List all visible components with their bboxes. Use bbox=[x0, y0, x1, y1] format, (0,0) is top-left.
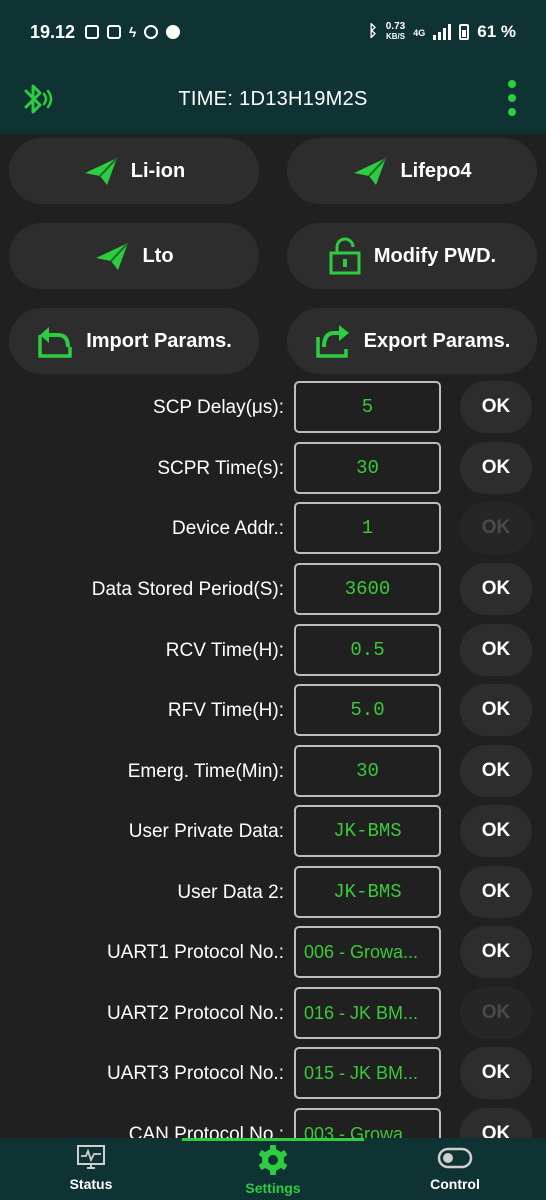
user-private-data-input[interactable]: JK-BMS bbox=[294, 805, 441, 857]
param-row-scp-delay: SCP Delay(μs): 5 OK bbox=[0, 381, 546, 435]
uart3-protocol-ok-button[interactable]: OK bbox=[460, 1047, 532, 1099]
param-row-user-private-data: User Private Data: JK-BMS OK bbox=[0, 805, 546, 859]
more-vert-icon[interactable] bbox=[508, 80, 518, 116]
param-label: RFV Time(H): bbox=[167, 700, 284, 721]
gear-icon bbox=[258, 1145, 288, 1175]
device-addr-ok-button: OK bbox=[460, 502, 532, 554]
param-label: UART3 Protocol No.: bbox=[106, 1063, 284, 1084]
export-icon bbox=[315, 325, 349, 358]
bottom-navigation: Status Settings Control bbox=[0, 1138, 546, 1200]
user-data-2-input[interactable]: JK-BMS bbox=[294, 866, 441, 918]
tab-status[interactable]: Status bbox=[0, 1138, 182, 1200]
instagram-icon bbox=[85, 25, 100, 39]
tab-control-label: Control bbox=[430, 1176, 480, 1192]
speed-value: 0.73 bbox=[385, 21, 406, 32]
param-row-scpr-time: SCPR Time(s): 30 OK bbox=[0, 442, 546, 496]
tab-settings[interactable]: Settings bbox=[182, 1138, 364, 1200]
tab-control[interactable]: Control bbox=[364, 1138, 546, 1200]
param-row-rfv-time: RFV Time(H): 5.0 OK bbox=[0, 684, 546, 738]
lto-button[interactable]: Lto bbox=[9, 223, 259, 289]
user-private-data-ok-button[interactable]: OK bbox=[460, 805, 532, 857]
rcv-time-input[interactable]: 0.5 bbox=[294, 624, 441, 676]
param-row-emerg-time: Emerg. Time(Min): 30 OK bbox=[0, 745, 546, 799]
tab-settings-label: Settings bbox=[245, 1180, 301, 1196]
import-params-button[interactable]: Import Params. bbox=[9, 308, 259, 374]
toggle-icon bbox=[437, 1147, 473, 1169]
bluetooth-status-icon: ᛒ bbox=[368, 23, 378, 40]
import-params-label: Import Params. bbox=[86, 329, 232, 352]
uart1-protocol-ok-button[interactable]: OK bbox=[460, 926, 532, 978]
lto-label: Lto bbox=[142, 244, 174, 267]
scp-delay-ok-button[interactable]: OK bbox=[460, 381, 532, 433]
param-label: SCP Delay(μs): bbox=[153, 397, 284, 418]
uart2-protocol-select[interactable]: 016 - JK BM... bbox=[294, 987, 441, 1039]
rfv-time-ok-button[interactable]: OK bbox=[460, 684, 532, 736]
export-params-button[interactable]: Export Params. bbox=[287, 308, 537, 374]
speed-unit: KB/S bbox=[385, 32, 406, 41]
param-label: User Data 2: bbox=[177, 882, 284, 903]
gmail-icon bbox=[107, 25, 122, 39]
send-icon bbox=[84, 157, 118, 185]
lifepo4-label: Lifepo4 bbox=[400, 159, 472, 182]
network-speed: 0.73 KB/S bbox=[386, 22, 405, 42]
li-ion-button[interactable]: Li-ion bbox=[9, 138, 259, 204]
import-icon bbox=[38, 327, 72, 358]
param-row-user-data-2: User Data 2: JK-BMS OK bbox=[0, 866, 546, 920]
sync-icon bbox=[144, 25, 159, 39]
param-label: Emerg. Time(Min): bbox=[127, 761, 284, 782]
battery-icon bbox=[459, 24, 470, 40]
system-status-bar: 19.12 ϟ ᛒ 0.73 KB/S 4G 61 % bbox=[0, 0, 546, 64]
param-row-rcv-time: RCV Time(H): 0.5 OK bbox=[0, 624, 546, 678]
scp-delay-input[interactable]: 5 bbox=[294, 381, 441, 433]
param-label: RCV Time(H): bbox=[165, 640, 284, 661]
bluetooth-connected-icon[interactable] bbox=[18, 80, 58, 118]
param-label: User Private Data: bbox=[128, 821, 284, 842]
scpr-time-input[interactable]: 30 bbox=[294, 442, 441, 494]
uart3-protocol-select[interactable]: 015 - JK BM... bbox=[294, 1047, 441, 1099]
send-icon bbox=[96, 242, 130, 270]
signal-icon bbox=[433, 24, 452, 40]
param-label: Device Addr.: bbox=[172, 518, 284, 539]
notification-dot-icon bbox=[166, 25, 181, 39]
param-label: UART2 Protocol No.: bbox=[106, 1003, 284, 1024]
send-icon bbox=[354, 157, 388, 185]
modify-pwd-label: Modify PWD. bbox=[373, 244, 497, 267]
tab-status-label: Status bbox=[69, 1176, 113, 1192]
param-row-uart2-protocol: UART2 Protocol No.: 016 - JK BM... OK bbox=[0, 987, 546, 1041]
lock-icon bbox=[329, 237, 361, 275]
runtime-title: TIME: 1D13H19M2S bbox=[178, 87, 368, 110]
param-row-device-addr: Device Addr.: 1 OK bbox=[0, 502, 546, 556]
param-row-data-stored-period: Data Stored Period(S): 3600 OK bbox=[0, 563, 546, 617]
rfv-time-input[interactable]: 5.0 bbox=[294, 684, 441, 736]
monitor-icon bbox=[77, 1145, 105, 1169]
param-label: Data Stored Period(S): bbox=[91, 579, 284, 600]
data-stored-period-input[interactable]: 3600 bbox=[294, 563, 441, 615]
app-bar: TIME: 1D13H19M2S bbox=[0, 64, 546, 134]
param-row-uart1-protocol: UART1 Protocol No.: 006 - Growa... OK bbox=[0, 926, 546, 980]
bolt-icon: ϟ bbox=[129, 24, 137, 40]
rcv-time-ok-button[interactable]: OK bbox=[460, 624, 532, 676]
li-ion-label: Li-ion bbox=[130, 159, 186, 182]
emerg-time-input[interactable]: 30 bbox=[294, 745, 441, 797]
param-label: SCPR Time(s): bbox=[157, 458, 284, 479]
user-data-2-ok-button[interactable]: OK bbox=[460, 866, 532, 918]
param-row-uart3-protocol: UART3 Protocol No.: 015 - JK BM... OK bbox=[0, 1047, 546, 1101]
uart1-protocol-select[interactable]: 006 - Growa... bbox=[294, 926, 441, 978]
uart2-protocol-ok-button: OK bbox=[460, 987, 532, 1039]
scpr-time-ok-button[interactable]: OK bbox=[460, 442, 532, 494]
device-addr-input[interactable]: 1 bbox=[294, 502, 441, 554]
export-params-label: Export Params. bbox=[363, 329, 511, 352]
lifepo4-button[interactable]: Lifepo4 bbox=[287, 138, 537, 204]
modify-pwd-button[interactable]: Modify PWD. bbox=[287, 223, 537, 289]
emerg-time-ok-button[interactable]: OK bbox=[460, 745, 532, 797]
data-stored-period-ok-button[interactable]: OK bbox=[460, 563, 532, 615]
param-label: UART1 Protocol No.: bbox=[106, 942, 284, 963]
clock: 19.12 bbox=[30, 21, 76, 42]
network-type: 4G bbox=[413, 28, 426, 38]
battery-level: 61 % bbox=[477, 22, 516, 41]
